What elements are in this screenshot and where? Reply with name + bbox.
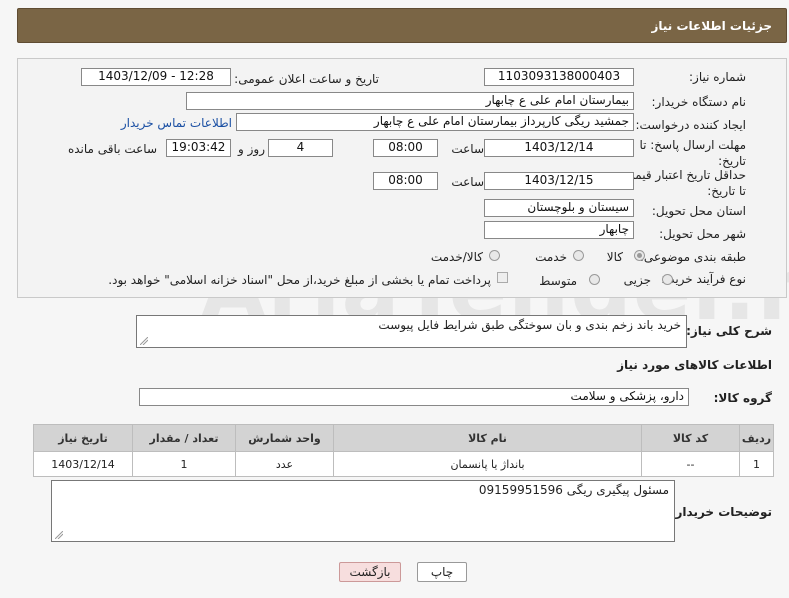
buyer-org-field: بیمارستان امام علی ع چابهار: [186, 92, 634, 110]
process-label: نوع فرآیند خرید :: [661, 272, 746, 286]
cell-unit: عدد: [235, 451, 334, 477]
buyer-notes-textarea: مسئول پیگیری ریگی 09159951596: [51, 480, 675, 542]
description-textarea: خرید باند زخم بندی و بان سوختگی طبق شرای…: [136, 315, 687, 348]
category-option-goods: کالا: [606, 250, 623, 264]
cell-qty: 1: [132, 451, 236, 477]
days-remaining-field: 4: [268, 139, 333, 157]
print-button[interactable]: چاپ: [417, 562, 467, 582]
process-radio-minor[interactable]: [662, 274, 673, 285]
description-text: خرید باند زخم بندی و بان سوختگی طبق شرای…: [378, 318, 681, 332]
goods-section-title: اطلاعات کالاهای مورد نیاز: [617, 358, 772, 372]
creator-field: جمشید ریگی کارپرداز بیمارستان امام علی ع…: [236, 113, 634, 131]
deadline-time-field: 08:00: [373, 139, 438, 157]
validity-time-field: 08:00: [373, 172, 438, 190]
remaining-time-field: 19:03:42: [166, 139, 231, 157]
page-header: جزئیات اطلاعات نیاز: [17, 8, 787, 43]
buyer-notes-text: مسئول پیگیری ریگی 09159951596: [478, 483, 669, 497]
deadline-date-field: 1403/12/14: [484, 139, 634, 157]
days-label: روز و: [238, 142, 265, 156]
process-option-medium: متوسط: [539, 274, 577, 288]
col-qty: تعداد / مقدار: [132, 424, 236, 452]
category-radio-goods-service[interactable]: [489, 250, 500, 261]
deadline-label: مهلت ارسال پاسخ: تا تاریخ:: [639, 138, 746, 168]
buyer-org-label: نام دستگاه خریدار:: [651, 95, 747, 109]
process-option-minor: جزیی: [623, 273, 651, 287]
category-radio-goods[interactable]: [634, 250, 645, 261]
goods-group-label: گروه کالا:: [713, 391, 772, 405]
category-radio-service[interactable]: [573, 250, 584, 261]
category-label: طبقه بندی موضوعی:: [639, 250, 746, 264]
col-name: نام کالا: [333, 424, 642, 452]
validity-date-field: 1403/12/15: [484, 172, 634, 190]
goods-group-field: دارو، پزشکی و سلامت: [139, 388, 689, 406]
announce-datetime-field: 1403/12/09 - 12:28: [81, 68, 231, 86]
category-option-goods-service: کالا/خدمت: [430, 250, 483, 264]
creator-label: ایجاد کننده درخواست:: [635, 118, 746, 132]
remaining-time-label: ساعت باقی مانده: [67, 142, 157, 156]
validity-label: حداقل تاریخ اعتبار قیمت: تا تاریخ:: [619, 168, 746, 198]
cell-code: --: [641, 451, 740, 477]
buyer-contact-link[interactable]: اطلاعات تماس خریدار: [121, 116, 232, 130]
province-field: سیستان و بلوچستان: [484, 199, 634, 217]
city-label: شهر محل تحویل:: [659, 227, 746, 241]
deadline-time-label: ساعت: [451, 142, 484, 156]
page-title: جزئیات اطلاعات نیاز: [651, 19, 772, 33]
city-field: چابهار: [484, 221, 634, 239]
col-row: ردیف: [739, 424, 774, 452]
description-label: شرح کلی نیاز:: [686, 324, 772, 338]
back-button[interactable]: بازگشت: [339, 562, 401, 582]
cell-name: بانداژ یا پانسمان: [333, 451, 642, 477]
resize-grip-icon[interactable]: [140, 337, 148, 345]
validity-time-label: ساعت: [451, 175, 484, 189]
payment-note: پرداخت تمام یا بخشی از مبلغ خرید،از محل …: [108, 273, 491, 287]
goods-table: ردیف کد کالا نام کالا واحد شمارش تعداد /…: [33, 424, 774, 477]
need-number-field: 1103093138000403: [484, 68, 634, 86]
table-row: 1 -- بانداژ یا پانسمان عدد 1 1403/12/14: [33, 451, 774, 477]
need-number-label: شماره نیاز:: [689, 70, 746, 84]
col-date: تاریخ نیاز: [33, 424, 133, 452]
cell-row: 1: [739, 451, 774, 477]
goods-table-header: ردیف کد کالا نام کالا واحد شمارش تعداد /…: [33, 424, 774, 452]
col-code: کد کالا: [641, 424, 740, 452]
announce-label: تاریخ و ساعت اعلان عمومی:: [234, 72, 379, 86]
process-radio-medium[interactable]: [589, 274, 600, 285]
province-label: استان محل تحویل:: [651, 204, 746, 218]
category-option-service: خدمت: [535, 250, 567, 264]
resize-grip-icon[interactable]: [55, 531, 63, 539]
buyer-notes-label: توضیحات خریدار:: [670, 505, 772, 519]
cell-date: 1403/12/14: [33, 451, 133, 477]
treasury-payment-checkbox[interactable]: [497, 272, 508, 283]
col-unit: واحد شمارش: [235, 424, 334, 452]
